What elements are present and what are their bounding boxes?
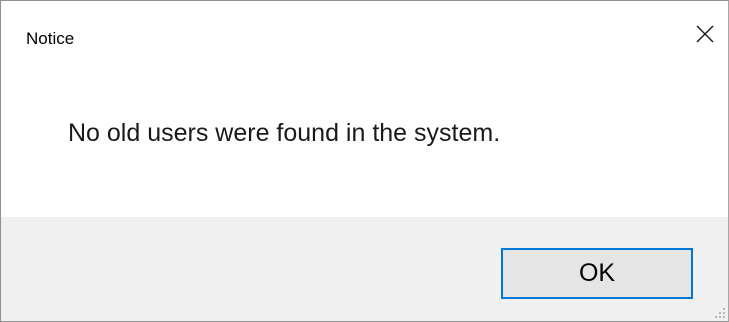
- dialog-title: Notice: [26, 29, 75, 48]
- ok-button[interactable]: OK: [501, 248, 693, 299]
- dialog-content: No old users were found in the system.: [1, 77, 728, 217]
- title-bar[interactable]: Notice: [1, 1, 728, 77]
- close-icon: [696, 25, 714, 43]
- close-button[interactable]: [682, 9, 728, 59]
- dialog-footer: OK: [1, 217, 728, 321]
- notice-dialog: Notice No old users were found in the sy…: [0, 0, 729, 322]
- resize-grip-icon[interactable]: [712, 305, 726, 319]
- ok-button-label: OK: [578, 259, 616, 287]
- notice-message: No old users were found in the system.: [68, 119, 501, 147]
